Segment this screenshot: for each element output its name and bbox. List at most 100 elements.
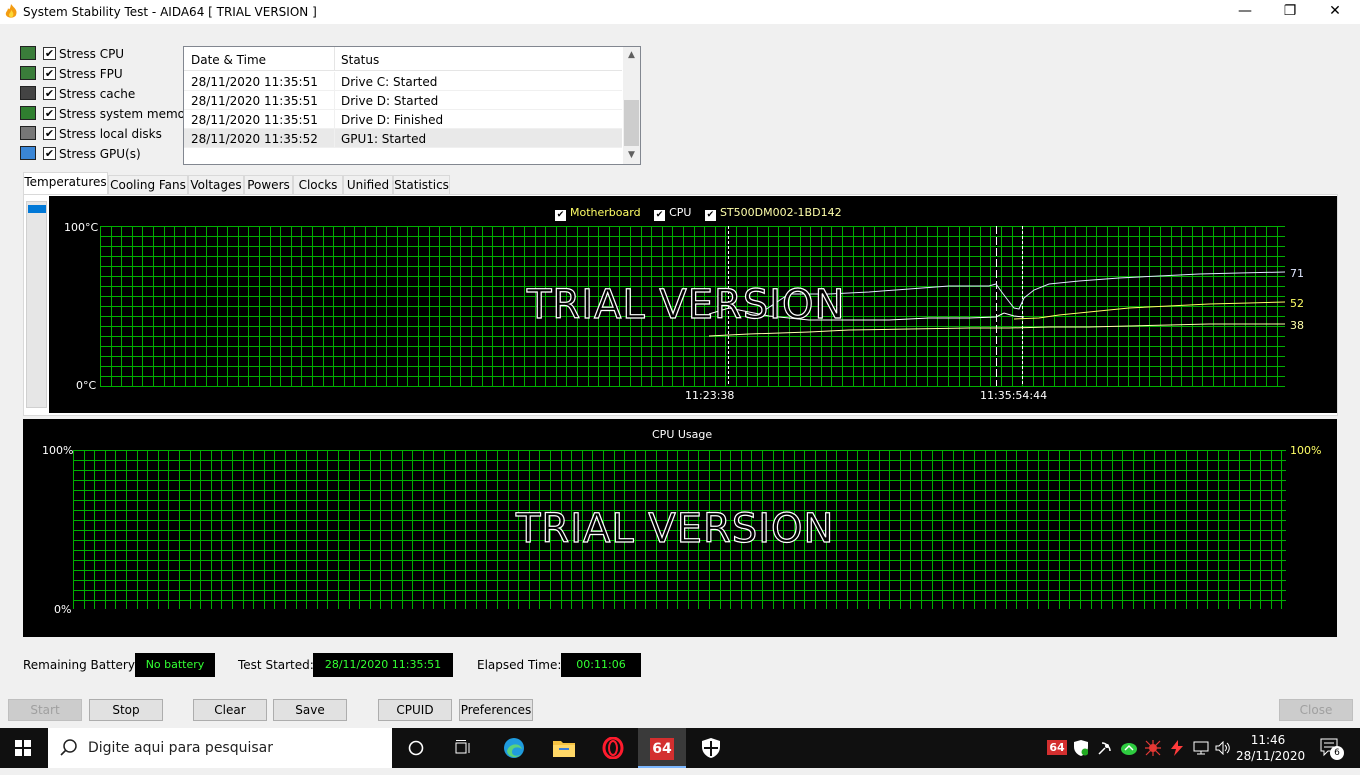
stress-option-label: Stress FPU [59, 67, 123, 81]
stress-checkbox[interactable]: ✔ [43, 147, 56, 160]
log-row[interactable]: 28/11/2020 11:35:51 Drive D: Finished [184, 110, 622, 129]
log-row[interactable]: 28/11/2020 11:35:52 GPU1: Started [184, 129, 622, 148]
window-title: System Stability Test - AIDA64 [ TRIAL V… [23, 5, 317, 19]
cpu-current-value: 71 [1290, 267, 1304, 280]
network-status-icon[interactable] [1190, 728, 1212, 768]
cache-chip-icon [20, 86, 36, 100]
close-window-button[interactable]: ✕ [1312, 0, 1358, 24]
cortana-circle-icon [408, 740, 424, 756]
stop-button[interactable]: Stop [89, 699, 163, 721]
aida64-tray-label: 64 [1047, 740, 1067, 755]
temperature-scrollbar[interactable] [26, 201, 47, 408]
maximize-button[interactable]: ❐ [1267, 0, 1313, 24]
minimize-icon: — [1238, 3, 1252, 19]
aida64-taskbar-button[interactable]: 64 [638, 728, 686, 768]
disk-current-value: 38 [1290, 319, 1304, 332]
shield-icon [702, 738, 720, 758]
clock-time: 11:46 [1250, 733, 1286, 747]
scroll-thumb[interactable] [624, 100, 639, 146]
aida64-window: System Stability Test - AIDA64 [ TRIAL V… [0, 0, 1360, 728]
log-row[interactable]: 28/11/2020 11:35:51 Drive C: Started [184, 72, 622, 91]
tab-clocks[interactable]: Clocks [293, 175, 343, 195]
log-col-divider [334, 110, 335, 129]
network-tool-tray-icon[interactable] [1094, 728, 1116, 768]
stress-option-label: Stress GPU(s) [59, 147, 141, 161]
col-status-header[interactable]: Status [341, 53, 379, 67]
preferences-button[interactable]: Preferences [459, 699, 533, 721]
stress-option-label: Stress local disks [59, 127, 162, 141]
defender-tray-icon[interactable] [1070, 728, 1092, 768]
stress-checkbox[interactable]: ✔ [43, 47, 56, 60]
temperature-graph: ✔ Motherboard ✔ CPU ✔ ST500DM002-1BD142 100… [49, 196, 1337, 413]
aida64-tray-icon[interactable]: 64 [1046, 728, 1068, 768]
monitor-icon [20, 146, 36, 160]
col-datetime-header[interactable]: Date & Time [191, 53, 266, 67]
opera-browser-icon[interactable] [590, 728, 636, 768]
scroll-up-icon[interactable]: ▲ [623, 47, 640, 64]
volume-tray-icon[interactable] [1212, 728, 1234, 768]
save-button[interactable]: Save [273, 699, 347, 721]
tab-voltages[interactable]: Voltages [188, 175, 244, 195]
search-placeholder: Digite aqui para pesquisar [88, 740, 274, 756]
tab-temperatures[interactable]: Temperatures [23, 172, 108, 195]
clear-button[interactable]: Clear [193, 699, 267, 721]
notification-count-badge: 6 [1330, 746, 1344, 760]
log-status: Drive D: Finished [341, 113, 444, 127]
test-started-value: 28/11/2020 11:35:51 [313, 653, 453, 677]
security-app-icon[interactable] [688, 728, 734, 768]
start-button[interactable]: Start [8, 699, 82, 721]
disk-drive-icon [20, 126, 36, 140]
log-row[interactable]: 28/11/2020 11:35:51 Drive D: Started [184, 91, 622, 110]
stress-option-row[interactable]: ✔ Stress CPU [20, 44, 185, 64]
stress-option-row[interactable]: ✔ Stress GPU(s) [20, 144, 185, 164]
tab-cooling-fans[interactable]: Cooling Fans [108, 175, 188, 195]
cloud-sync-tray-icon[interactable] [1118, 728, 1140, 768]
trial-watermark-cpu: TRIAL VERSION [515, 505, 835, 552]
log-col-divider [334, 91, 335, 110]
stress-option-row[interactable]: ✔ Stress local disks [20, 124, 185, 144]
log-status: Drive C: Started [341, 75, 438, 89]
scroll-down-icon[interactable]: ▼ [623, 147, 640, 164]
aida64-flame-icon [5, 4, 17, 18]
folder-icon [553, 741, 575, 757]
task-view-icon[interactable] [440, 728, 486, 768]
lightning-bolt-icon [1171, 740, 1183, 756]
power-tray-icon[interactable] [1166, 728, 1188, 768]
task-view-glyph-icon [455, 740, 470, 754]
file-explorer-icon[interactable] [541, 728, 587, 768]
taskbar-clock[interactable]: 11:46 28/11/2020 [1236, 732, 1306, 764]
tab-statistics[interactable]: Statistics [393, 175, 450, 195]
action-center-button[interactable]: 6 [1316, 728, 1346, 768]
stress-option-row[interactable]: ✔ Stress system memory [20, 104, 197, 124]
elapsed-time-label: Elapsed Time: [477, 658, 562, 672]
stress-checkbox[interactable]: ✔ [43, 67, 56, 80]
stress-checkbox[interactable]: ✔ [43, 127, 56, 140]
stress-option-label: Stress cache [59, 87, 136, 101]
tab-powers[interactable]: Powers [244, 175, 293, 195]
stress-checkbox[interactable]: ✔ [43, 87, 56, 100]
header-divider [334, 47, 335, 71]
stress-option-row[interactable]: ✔ Stress cache [20, 84, 185, 104]
log-scrollbar[interactable]: ▲ ▼ [623, 47, 640, 164]
start-menu-button[interactable] [0, 728, 46, 768]
tab-unified[interactable]: Unified [343, 175, 393, 195]
event-log[interactable]: Date & Time Status 28/11/2020 11:35:51 Dr… [183, 46, 641, 165]
red-app-tray-icon[interactable] [1142, 728, 1164, 768]
stress-checkbox[interactable]: ✔ [43, 107, 56, 120]
taskbar-search-box[interactable]: Digite aqui para pesquisar [48, 728, 392, 768]
log-col-divider [334, 72, 335, 91]
time-label-1: 11:23:38 [685, 389, 735, 402]
minimize-button[interactable]: — [1222, 0, 1268, 24]
close-button[interactable]: Close [1279, 699, 1353, 721]
stress-option-row[interactable]: ✔ Stress FPU [20, 64, 185, 84]
clock-date: 28/11/2020 [1236, 749, 1306, 763]
cpuid-button[interactable]: CPUID [378, 699, 452, 721]
cortana-icon[interactable] [393, 728, 439, 768]
edge-browser-icon[interactable] [491, 728, 537, 768]
maximize-icon: ❐ [1283, 3, 1297, 19]
monitor-network-icon [1193, 741, 1209, 755]
shield-check-icon [1074, 740, 1089, 756]
title-bar[interactable]: System Stability Test - AIDA64 [ TRIAL V… [0, 0, 1360, 24]
test-started-label: Test Started: [238, 658, 314, 672]
elapsed-time-value: 00:11:06 [561, 653, 641, 677]
